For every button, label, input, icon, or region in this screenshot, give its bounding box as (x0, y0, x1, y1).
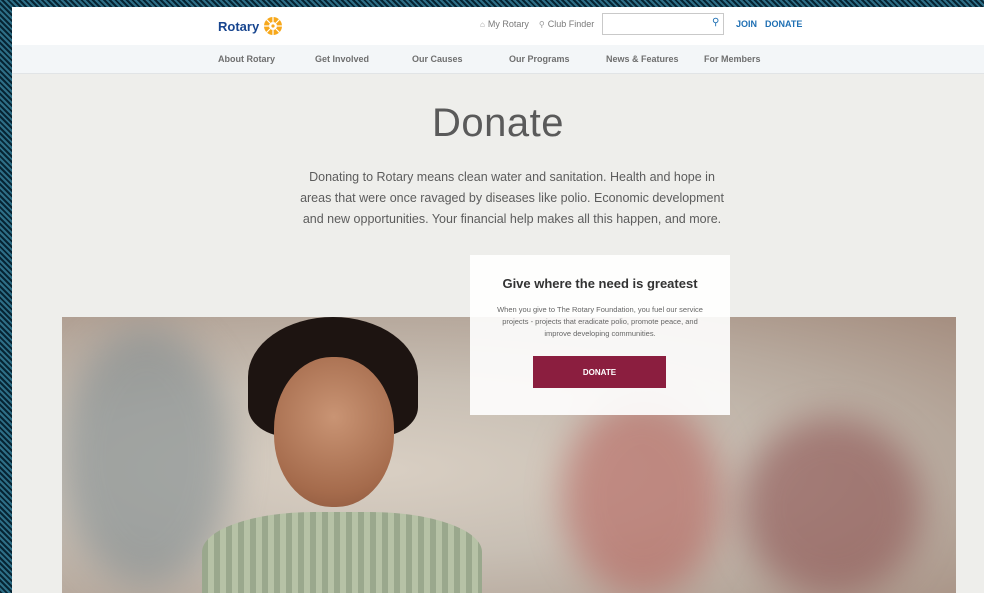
child-face (274, 357, 394, 507)
my-rotary-link[interactable]: ⌂ My Rotary (480, 19, 529, 29)
donate-link[interactable]: DONATE (765, 19, 802, 29)
nav-our-causes[interactable]: Our Causes (412, 54, 463, 64)
search-input[interactable] (602, 13, 724, 35)
person-icon: ⌂ (480, 20, 485, 29)
search-icon[interactable]: ⚲ (712, 17, 719, 28)
nav-news-features[interactable]: News & Features (606, 54, 679, 64)
location-pin-icon: ⚲ (538, 20, 545, 29)
top-bar: Rotary ⌂ My Rotary ⚲ Club Finder ⚲ JOIN DO… (12, 7, 984, 45)
nav-for-members[interactable]: For Members (704, 54, 761, 64)
my-rotary-label: My Rotary (487, 19, 529, 29)
join-link[interactable]: JOIN (736, 19, 757, 29)
give-card: Give where the need is greatest When you… (470, 255, 730, 415)
card-text: When you give to The Rotary Foundation, … (497, 305, 703, 338)
utility-links: ⌂ My Rotary ⚲ Club Finder (480, 19, 594, 29)
card-title: Give where the need is greatest (502, 276, 698, 291)
club-finder-label: Club Finder (547, 19, 595, 29)
browser-viewport: Rotary ⌂ My Rotary ⚲ Club Finder ⚲ JOIN DO… (12, 7, 984, 593)
rotary-wheel-icon (264, 17, 283, 35)
donate-button[interactable]: DONATE (533, 356, 666, 388)
background-blur (562, 397, 722, 593)
main-nav: About Rotary Get Involved Our Causes Our… (12, 45, 984, 74)
intro-text: Donating to Rotary means clean water and… (300, 170, 724, 226)
background-blur (742, 417, 922, 593)
club-finder-link[interactable]: ⚲ Club Finder (539, 19, 594, 29)
child-shirt (202, 512, 482, 593)
logo-text: Rotary (218, 18, 260, 34)
nav-our-programs[interactable]: Our Programs (509, 54, 570, 64)
page-title: Donate (432, 101, 564, 145)
nav-about-rotary[interactable]: About Rotary (218, 54, 275, 64)
rotary-logo[interactable]: Rotary (218, 16, 283, 36)
nav-get-involved[interactable]: Get Involved (315, 54, 369, 64)
